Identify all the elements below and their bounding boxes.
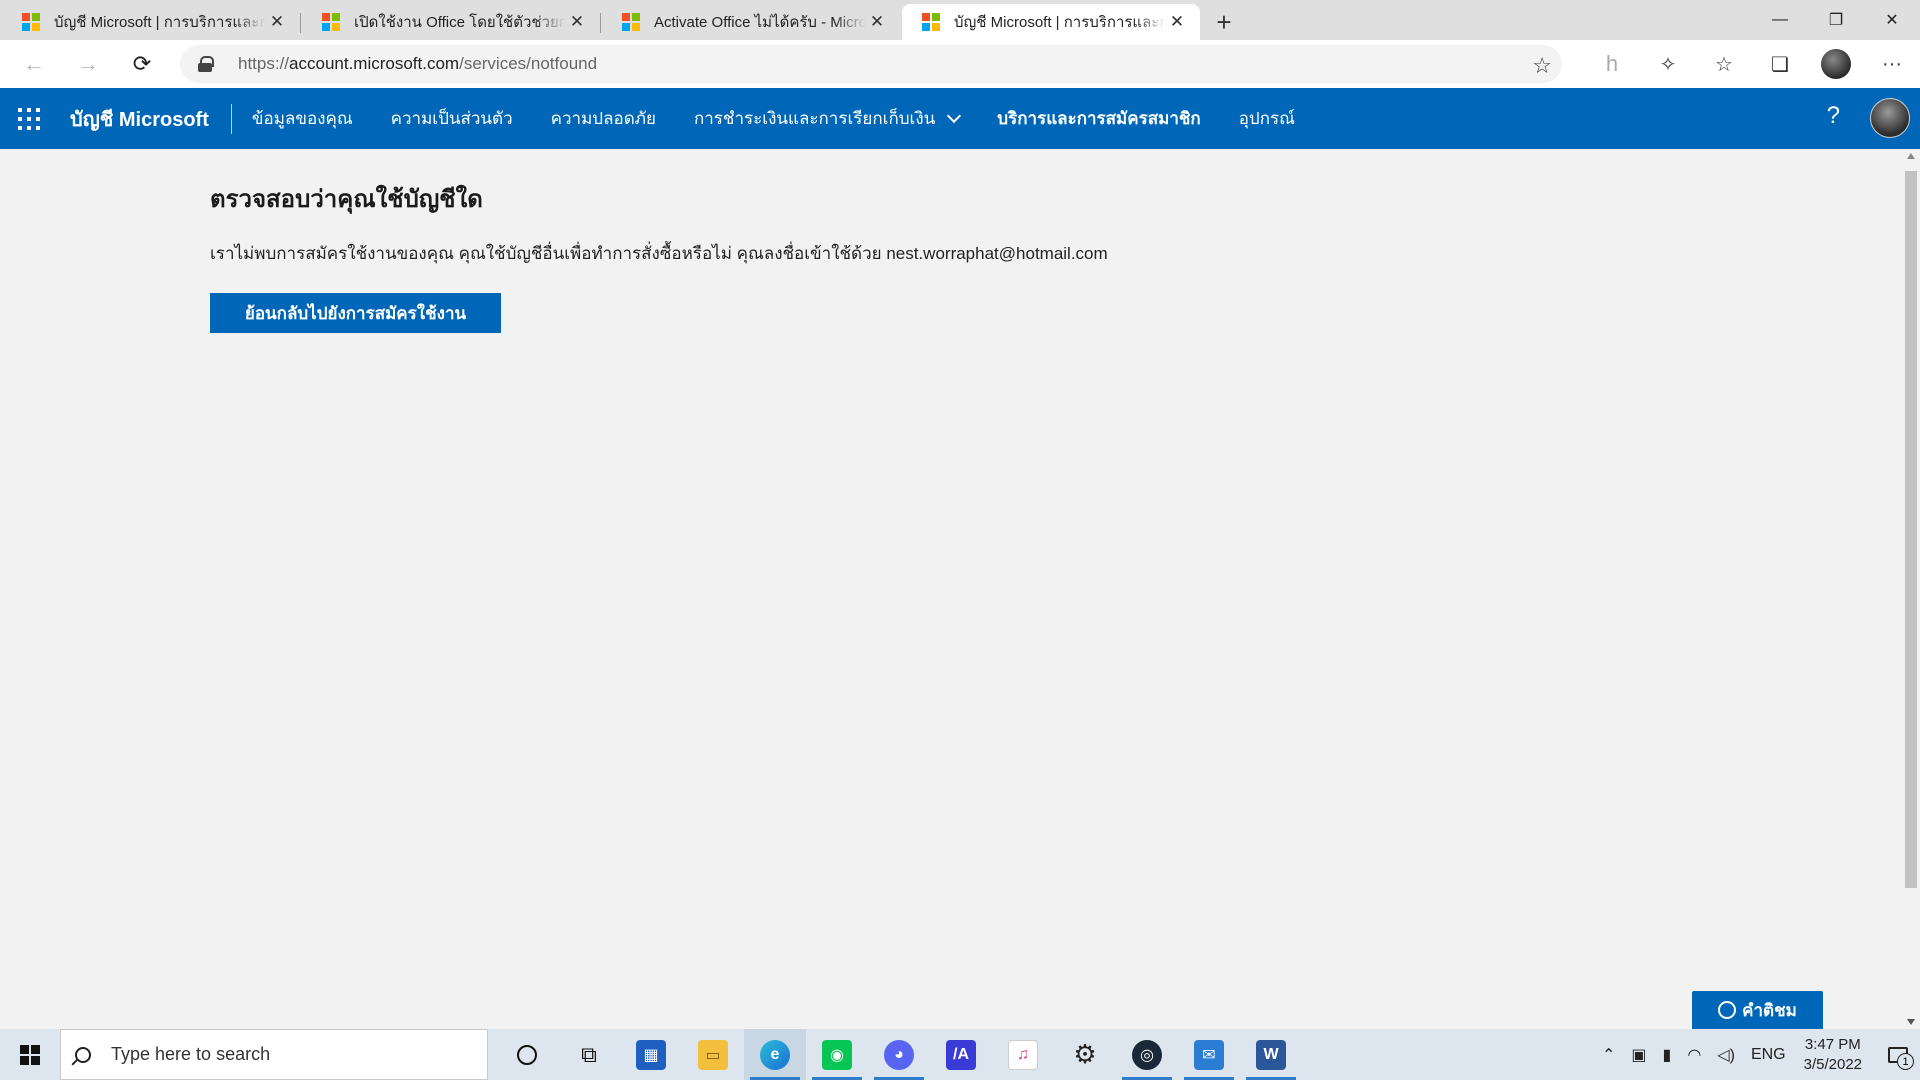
refresh-icon[interactable]: ⟳ xyxy=(122,46,162,82)
search-placeholder: Type here to search xyxy=(111,1044,271,1064)
discord-icon[interactable]: ◕ xyxy=(868,1029,930,1080)
close-window-button[interactable]: ✕ xyxy=(1864,0,1920,40)
battery-icon[interactable]: ▮ xyxy=(1663,1045,1672,1065)
edge-browser-icon[interactable]: e xyxy=(744,1029,806,1080)
browser-tools: h ✧ ☆ ❏ ··· xyxy=(1584,40,1920,88)
scroll-up-arrow-icon[interactable] xyxy=(1907,153,1915,159)
restore-button[interactable]: ❐ xyxy=(1808,0,1864,40)
browser-tab-2[interactable]: เปิดใช้งาน Office โดยใช้ตัวช่วยการเปิดใช… xyxy=(302,4,601,40)
line-app-icon[interactable]: ◉ xyxy=(806,1029,868,1080)
close-tab-icon[interactable]: ✕ xyxy=(866,11,888,33)
nav-payment-billing[interactable]: การชำระเงินและการเรียกเก็บเงิน xyxy=(694,105,962,132)
clock[interactable]: 3:47 PM 3/5/2022 xyxy=(1804,1035,1862,1075)
tab-title: บัญชี Microsoft | การบริการและการสมัครใช… xyxy=(954,14,1166,31)
notification-center-icon[interactable]: 1 xyxy=(1876,1029,1920,1080)
chat-bubble-icon xyxy=(1718,1001,1737,1019)
nav-services-subscriptions[interactable]: บริการและการสมัครสมาชิก xyxy=(997,105,1200,132)
file-explorer-icon[interactable]: ▭ xyxy=(682,1029,744,1080)
page-scrollbar[interactable] xyxy=(1902,149,1920,1029)
add-favorite-icon[interactable]: ☆ xyxy=(1532,53,1552,79)
lock-icon xyxy=(198,56,214,72)
new-tab-button[interactable]: + xyxy=(1204,4,1244,40)
mail-icon[interactable]: ✉ xyxy=(1178,1029,1240,1080)
scroll-thumb[interactable] xyxy=(1905,171,1917,888)
nav-security[interactable]: ความปลอดภัย xyxy=(551,105,656,132)
ea-app-icon[interactable]: /A xyxy=(930,1029,992,1080)
favorites-icon[interactable]: ☆ xyxy=(1696,40,1752,88)
main-content: ตรวจสอบว่าคุณใช้บัญชีใด เราไม่พบการสมัคร… xyxy=(210,149,1108,333)
task-view-icon[interactable]: ⧉ xyxy=(558,1029,620,1080)
account-avatar[interactable] xyxy=(1870,98,1910,138)
close-tab-icon[interactable]: ✕ xyxy=(1166,11,1188,33)
page-title: ตรวจสอบว่าคุณใช้บัญชีใด xyxy=(210,186,483,213)
language-indicator[interactable]: ENG xyxy=(1751,1046,1786,1064)
browser-tab-4-active[interactable]: บัญชี Microsoft | การบริการและการสมัครใช… xyxy=(902,4,1200,40)
chevron-up-icon[interactable]: ⌃ xyxy=(1602,1045,1615,1065)
browser-tab-1[interactable]: บัญชี Microsoft | การบริการและการสมัครใช… xyxy=(2,4,301,40)
word-icon[interactable]: W xyxy=(1240,1029,1302,1080)
nav-your-info[interactable]: ข้อมูลของคุณ xyxy=(252,105,353,132)
forward-arrow-icon[interactable]: → xyxy=(68,46,108,82)
back-arrow-icon[interactable]: ← xyxy=(14,46,54,82)
system-tray: ⌃ ▣ ▮ ◠ ◁) ENG 3:47 PM 3/5/2022 1 xyxy=(1594,1029,1920,1080)
extensions-puzzle-icon[interactable]: ✧ xyxy=(1640,40,1696,88)
profile-avatar-icon[interactable] xyxy=(1808,40,1864,88)
search-icon xyxy=(75,1046,91,1063)
wifi-icon[interactable]: ◠ xyxy=(1687,1045,1701,1065)
cortana-icon[interactable] xyxy=(496,1029,558,1080)
feedback-button[interactable]: คำติชม xyxy=(1692,991,1823,1029)
help-icon[interactable]: ? xyxy=(1827,102,1840,130)
microsoft-logo-icon xyxy=(622,13,640,31)
close-tab-icon[interactable]: ✕ xyxy=(566,11,588,33)
not-found-message: เราไม่พบการสมัครใช้งานของคุณ คุณใช้บัญชี… xyxy=(210,244,1108,263)
windows-logo-icon xyxy=(20,1044,40,1065)
taskbar-search-box[interactable]: Type here to search xyxy=(60,1029,488,1080)
microsoft-logo-icon xyxy=(322,13,340,31)
settings-gear-icon[interactable]: ⚙ xyxy=(1054,1029,1116,1080)
steam-icon[interactable]: ◎ xyxy=(1116,1029,1178,1080)
tab-title: เปิดใช้งาน Office โดยใช้ตัวช่วยการเปิดใช… xyxy=(354,14,566,31)
start-button[interactable] xyxy=(0,1029,60,1080)
volume-icon[interactable]: ◁) xyxy=(1717,1045,1735,1065)
collections-icon[interactable]: ❏ xyxy=(1752,40,1808,88)
meet-now-icon[interactable]: ▣ xyxy=(1631,1045,1646,1065)
chevron-down-icon xyxy=(947,108,962,123)
url-text: https://account.microsoft.com/services/n… xyxy=(238,54,598,73)
browser-tab-strip: บัญชี Microsoft | การบริการและการสมัครใช… xyxy=(0,0,1920,40)
back-to-subscriptions-button[interactable]: ย้อนกลับไปยังการสมัครใช้งาน xyxy=(210,293,501,333)
nav-devices[interactable]: อุปกรณ์ xyxy=(1239,105,1295,132)
itunes-icon[interactable]: ♫ xyxy=(992,1029,1054,1080)
brand-title[interactable]: บัญชี Microsoft xyxy=(70,103,232,134)
microsoft-logo-icon xyxy=(22,13,40,31)
close-tab-icon[interactable]: ✕ xyxy=(266,11,288,33)
tab-title: Activate Office ไม่ได้ครับ - Microsoft C… xyxy=(654,14,866,31)
browser-tab-3[interactable]: Activate Office ไม่ได้ครับ - Microsoft C… xyxy=(602,4,900,40)
window-controls: — ❐ ✕ xyxy=(1752,0,1920,40)
more-options-icon[interactable]: ··· xyxy=(1864,40,1920,88)
address-bar[interactable]: https://account.microsoft.com/services/n… xyxy=(180,45,1562,83)
tab-title: บัญชี Microsoft | การบริการและการสมัครใช… xyxy=(54,14,266,31)
nav-privacy[interactable]: ความเป็นส่วนตัว xyxy=(391,105,513,132)
notification-badge: 1 xyxy=(1897,1053,1914,1070)
extension-h-icon[interactable]: h xyxy=(1584,40,1640,88)
scroll-down-arrow-icon[interactable] xyxy=(1907,1019,1915,1025)
microsoft-logo-icon xyxy=(922,13,940,31)
browser-toolbar: ← → ⟳ https://account.microsoft.com/serv… xyxy=(0,40,1920,88)
app-launcher-icon[interactable] xyxy=(18,107,40,130)
minimize-button[interactable]: — xyxy=(1752,0,1808,40)
store-icon[interactable]: ▦ xyxy=(620,1029,682,1080)
windows-taskbar: Type here to search ⧉ ▦ ▭ e ◉ ◕ /A ♫ ⚙ ◎… xyxy=(0,1029,1920,1080)
account-header: บัญชี Microsoft ข้อมูลของคุณ ความเป็นส่ว… xyxy=(0,88,1920,149)
